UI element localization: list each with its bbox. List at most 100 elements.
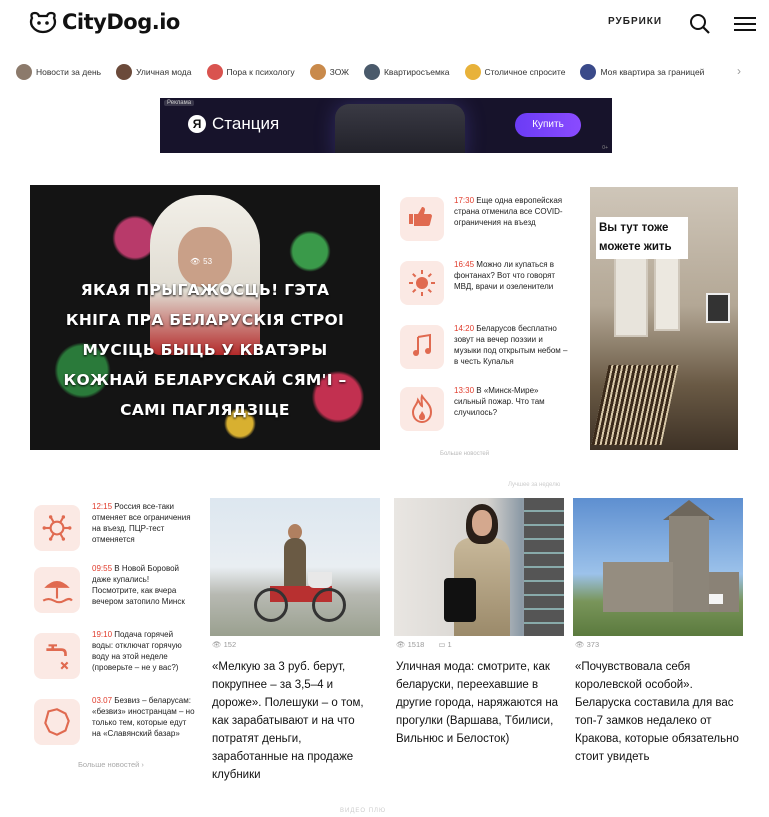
card-title[interactable]: «Почувствовала себя королевской особой».…: [575, 658, 743, 766]
beach-umbrella-icon: [34, 567, 80, 613]
tag-label: Уличная мода: [136, 67, 192, 77]
feature-article[interactable]: 👁 53 ЯКАЯ ПРЫГАЖОСЦЬ! ГЭТА КНІГА ПРА БЕЛ…: [30, 185, 380, 450]
thumbs-up-icon: [400, 197, 444, 241]
tag-thumbnail: [580, 64, 597, 80]
news-time: 09:55: [92, 564, 113, 573]
comments-count: 1: [447, 640, 452, 649]
comment-icon: ▭: [438, 640, 446, 649]
news-text: 03.07 Безвиз – беларусам: «безвиз» иност…: [92, 695, 196, 739]
tag-chip[interactable]: Столичное спросите: [463, 62, 570, 82]
card-image-castle: [573, 498, 743, 636]
tag-thumbnail: [16, 64, 32, 80]
chevron-right-icon[interactable]: ›: [737, 64, 741, 78]
news-text: 19:10 Подача горячей воды: отключат горя…: [92, 629, 196, 673]
promo-image: [614, 247, 648, 337]
news-item[interactable]: 09:55 В Новой Боровой даже купались! Пос…: [26, 561, 198, 625]
card-meta: 👁 1518 ▭ 1: [396, 640, 452, 649]
news-time: 17:30: [454, 196, 475, 205]
tag-label: Столичное спросите: [484, 67, 566, 77]
tag-label: Квартиросъемка: [383, 67, 450, 77]
tag-label: Пора к психологу: [226, 67, 295, 77]
eye-icon: 👁: [396, 640, 406, 649]
news-item[interactable]: 16:45 Можно ли купаться в фонтанах? Вот …: [392, 257, 578, 317]
tag-chip[interactable]: Квартиросъемка: [362, 62, 454, 82]
more-news-link[interactable]: Больше новостей: [440, 451, 489, 457]
news-time: 12:15: [92, 502, 113, 511]
news-time: 19:10: [92, 630, 113, 639]
section-label: Лучшее за неделю: [508, 482, 561, 488]
news-item[interactable]: 03.07 Безвиз – беларусам: «безвиз» иност…: [26, 693, 198, 757]
tag-chip[interactable]: ЗОЖ: [308, 62, 353, 82]
ad-banner[interactable]: Реклама Я Станция Купить 0+: [160, 98, 612, 153]
site-header: CityDog.io РУБРИКИ: [8, 6, 762, 46]
views-counter: 👁 53: [190, 257, 212, 266]
news-item[interactable]: 13:30 В «Минск-Мире» сильный пожар. Что …: [392, 383, 578, 443]
tag-chip[interactable]: Уличная мода: [114, 62, 195, 82]
music-note-icon: [400, 325, 444, 369]
smart-speaker-image: [335, 104, 465, 153]
faucet-icon: [34, 633, 80, 679]
card-meta: 👁 152: [212, 640, 236, 649]
tag-chip[interactable]: Пора к психологу: [205, 62, 299, 82]
promo-image-picture: [706, 293, 730, 323]
news-text: 14:20 Беларусов бесплатно зовут на вечер…: [454, 323, 570, 367]
dog-logo-icon: [29, 11, 57, 34]
search-icon[interactable]: [688, 13, 712, 35]
tag-thumbnail: [309, 64, 326, 80]
ad-buy-button[interactable]: Купить: [515, 113, 581, 137]
tag-strip: Новости за день Уличная мода Пора к психол…: [14, 60, 756, 84]
news-item[interactable]: 14:20 Беларусов бесплатно зовут на вечер…: [392, 321, 578, 381]
eye-icon: 👁: [212, 640, 222, 649]
tag-thumbnail: [464, 64, 481, 80]
tag-chip[interactable]: Новости за день: [14, 62, 105, 82]
video-section-label: ВИДЕО ПЛЮ: [340, 808, 387, 814]
card-meta: 👁 373: [575, 640, 599, 649]
tag-thumbnail: [363, 64, 380, 80]
news-time: 14:20: [454, 324, 475, 333]
logo-text: CityDog.io: [62, 10, 180, 34]
citydog-homepage: CityDog.io РУБРИКИ Новости за день Улична…: [0, 0, 769, 817]
sun-icon: [400, 261, 444, 305]
tag-label: ЗОЖ: [329, 67, 349, 77]
ad-age-rating: 0+: [602, 145, 608, 151]
promo-image-rug: [591, 365, 679, 445]
feature-title-text: ЯКАЯ ПРЫГАЖОСЦЬ! ГЭТА КНІГА ПРА БЕЛАРУСК…: [63, 281, 347, 419]
news-item[interactable]: 17:30 Еще одна европейская страна отмени…: [392, 193, 578, 253]
eye-icon: 👁: [190, 257, 201, 266]
card-title[interactable]: Уличная мода: смотрите, как беларуски, п…: [396, 658, 564, 748]
promo-card[interactable]: Вы тут тоже можете жить: [590, 187, 738, 450]
hamburger-menu-icon[interactable]: [730, 14, 760, 34]
promo-image-door: [654, 251, 680, 331]
views-count: 53: [203, 257, 213, 266]
views-count: 1518: [407, 640, 425, 649]
promo-label: Вы тут тоже можете жить: [596, 217, 688, 259]
card-image-woman: [394, 498, 564, 636]
tag-label: Моя квартира за границей: [600, 67, 705, 77]
card-image-bike: [210, 498, 380, 636]
more-news-label: Больше новостей: [78, 760, 140, 769]
news-item[interactable]: 19:10 Подача горячей воды: отключат горя…: [26, 627, 198, 691]
rubrics-button[interactable]: РУБРИКИ: [608, 16, 662, 27]
news-text: 13:30 В «Минск-Мире» сильный пожар. Что …: [454, 385, 570, 418]
views-count: 152: [223, 640, 237, 649]
news-text: 12:15 Россия все-таки отменяет все огран…: [92, 501, 196, 545]
ad-title: Станция: [212, 114, 280, 133]
feature-title: ЯКАЯ ПРЫГАЖОСЦЬ! ГЭТА КНІГА ПРА БЕЛАРУСК…: [58, 275, 352, 425]
tag-label: Новости за день: [36, 67, 102, 77]
news-text: 16:45 Можно ли купаться в фонтанах? Вот …: [454, 259, 570, 292]
site-logo[interactable]: CityDog.io: [28, 10, 180, 34]
tag-chip[interactable]: Моя квартира за границей: [578, 62, 708, 82]
belarus-map-icon: [34, 699, 80, 745]
ad-label: Реклама: [164, 100, 195, 106]
news-time: 13:30: [454, 386, 475, 395]
more-news-link[interactable]: Больше новостей ›: [78, 760, 144, 769]
card-title[interactable]: «Мелкую за 3 руб. берут, покрупнее – за …: [212, 658, 380, 784]
tag-thumbnail: [206, 64, 223, 80]
fire-icon: [400, 387, 444, 431]
tag-thumbnail: [116, 64, 133, 80]
eye-icon: 👁: [575, 640, 585, 649]
yandex-logo-icon: Я: [188, 115, 206, 133]
news-item[interactable]: 12:15 Россия все-таки отменяет все огран…: [26, 499, 198, 563]
news-time: 03.07: [92, 696, 113, 705]
views-count: 373: [586, 640, 600, 649]
